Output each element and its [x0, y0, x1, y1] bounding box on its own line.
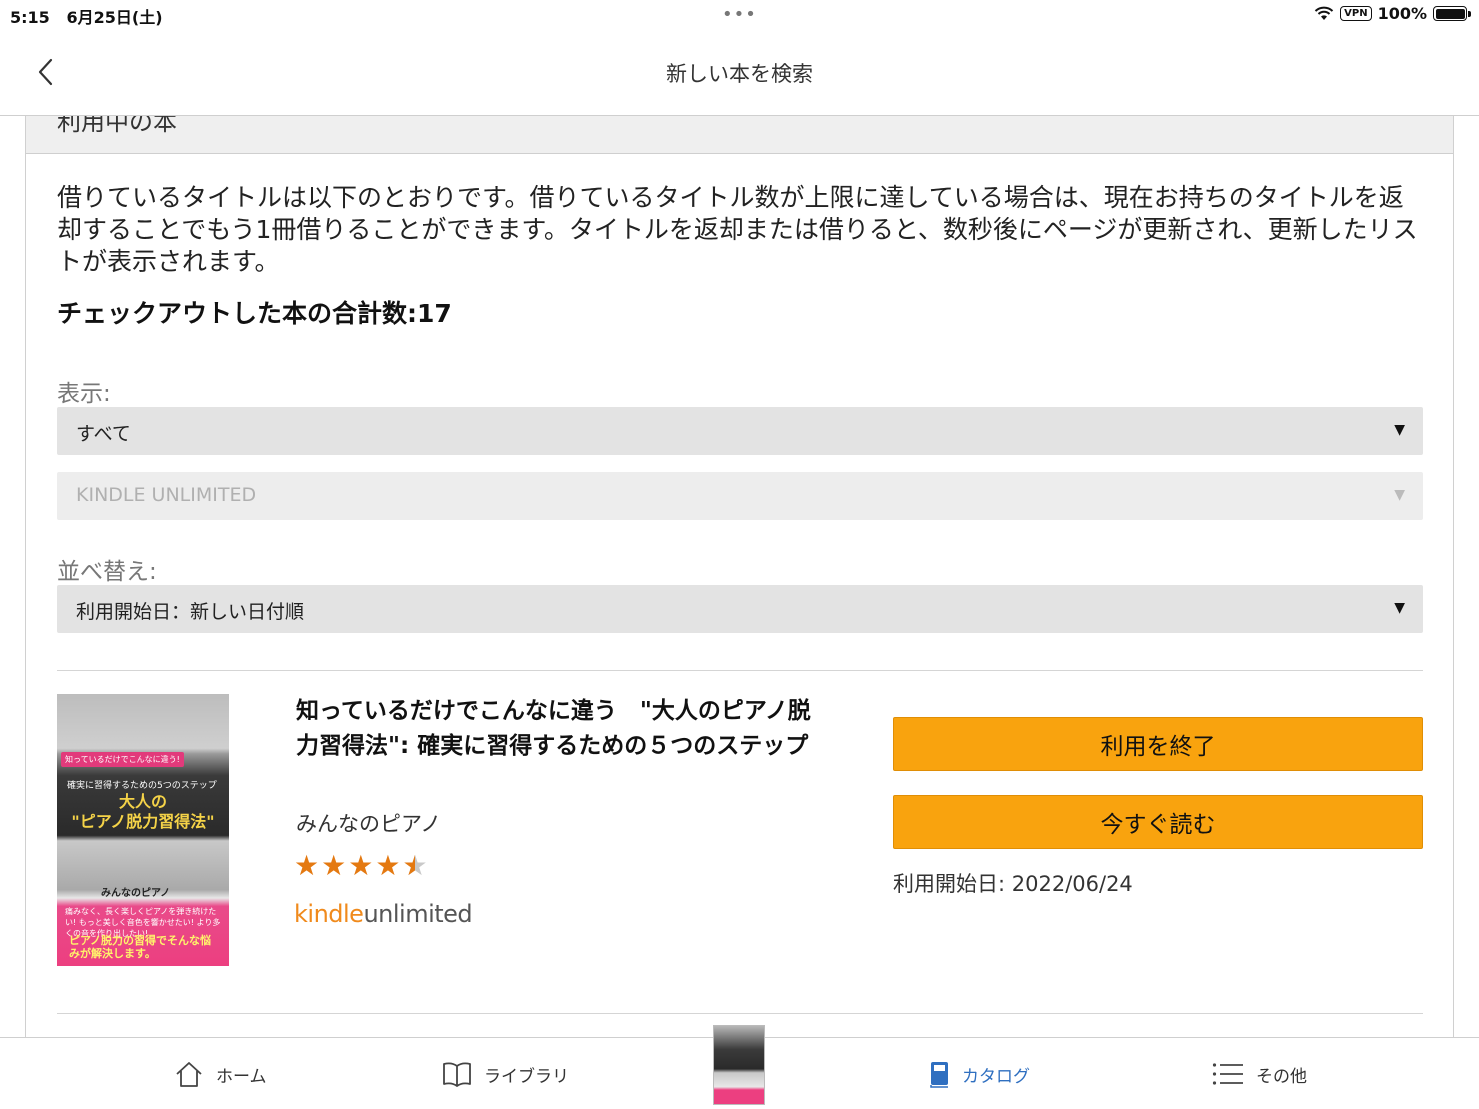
clock: 5:15 [10, 8, 50, 27]
star-icon: ★ [294, 849, 320, 882]
tab-catalog[interactable]: カタログ [928, 1038, 1030, 1109]
half-star-icon: ★ [402, 849, 427, 882]
cover-subtitle: 確実に習得するための5つのステップ [67, 781, 217, 791]
program-select: KINDLE UNLIMITED ▼ [57, 472, 1423, 520]
chevron-up-icon: ⌃ [1409, 116, 1427, 127]
tab-home[interactable]: ホーム [174, 1038, 267, 1109]
star-icon: ★ [348, 849, 374, 882]
read-now-button[interactable]: 今すぐ読む [893, 795, 1423, 849]
ku-kindle-text: kindle [294, 900, 364, 928]
vpn-badge: VPN [1340, 6, 1372, 21]
section-title: 利用中の本 [57, 116, 177, 136]
divider [57, 670, 1423, 671]
tab-more-label: その他 [1256, 1066, 1307, 1087]
book-cover[interactable]: 知っているだけでこんなに違う! 確実に習得するための5つのステップ 大人の "ピ… [57, 694, 229, 966]
cover-title-line2: "ピアノ脱力習得法" [71, 812, 215, 831]
display-select[interactable]: すべて ▼ [57, 407, 1423, 455]
date: 6月25日(土) [66, 8, 163, 27]
cover-brand: みんなのピアノ [101, 888, 171, 899]
checkout-total: チェックアウトした本の合計数:17 [57, 299, 452, 328]
tab-more[interactable]: その他 [1212, 1038, 1307, 1109]
open-book-icon [443, 1062, 471, 1087]
display-label: 表示: [57, 381, 111, 407]
cover-title-line1: 大人の [118, 792, 167, 811]
catalog-book-icon [930, 1062, 948, 1088]
status-bar: 5:15 6月25日(土) ••• VPN 100% [0, 0, 1479, 34]
home-icon [176, 1062, 202, 1087]
status-indicators: VPN 100% [1314, 4, 1471, 23]
page-title: 新しい本を検索 [666, 62, 813, 86]
description-text: 借りているタイトルは以下のとおりです。借りているタイトル数が上限に達している場合… [57, 183, 1418, 276]
book-title[interactable]: 知っているだけでこんなに違う "大人のピアノ脱力習得法": 確実に習得するための… [296, 694, 826, 764]
book-author[interactable]: みんなのピアノ [296, 808, 441, 838]
wifi-icon [1314, 6, 1334, 20]
tab-library-label: ライブラリ [484, 1066, 569, 1087]
dropdown-arrow-icon: ▼ [1394, 422, 1405, 438]
current-book-thumbnail[interactable] [713, 1025, 765, 1105]
star-rating: ★ ★ ★ ★ ★ [294, 849, 428, 882]
list-menu-icon [1212, 1063, 1243, 1085]
sort-label: 並べ替え: [57, 559, 157, 585]
star-icon: ★ [375, 849, 401, 882]
battery-percent: 100% [1377, 4, 1427, 23]
cover-title: 大人の "ピアノ脱力習得法" [57, 792, 229, 832]
sort-select-value: 利用開始日：新しい日付順 [76, 601, 305, 623]
tab-catalog-label: カタログ [962, 1066, 1030, 1087]
display-select-value: すべて [76, 423, 131, 445]
nav-bar: 新しい本を検索 [0, 34, 1479, 116]
star-icon: ★ [321, 849, 347, 882]
program-select-value: KINDLE UNLIMITED [76, 484, 257, 506]
divider [57, 1013, 1423, 1014]
cover-tag: 知っているだけでこんなに違う! [61, 752, 184, 767]
tab-home-label: ホーム [216, 1066, 267, 1087]
tab-bar: ホーム ライブラリ カタログ その他 [0, 1025, 1479, 1109]
dropdown-arrow-icon: ▼ [1394, 487, 1405, 503]
battery-icon [1433, 6, 1471, 21]
ku-unlimited-text: unlimited [363, 900, 473, 928]
dropdown-arrow-icon: ▼ [1394, 600, 1405, 616]
tab-library[interactable]: ライブラリ [442, 1038, 569, 1109]
multitasking-dots-icon[interactable]: ••• [722, 4, 757, 25]
status-time: 5:15 6月25日(土) [10, 4, 163, 28]
section-header[interactable]: 利用中の本 ⌃ [26, 116, 1453, 154]
cover-closing: ピアノ脱力の習得でそんな悩みが解決します。 [69, 934, 212, 960]
return-button[interactable]: 利用を終了 [893, 717, 1423, 771]
sort-select[interactable]: 利用開始日：新しい日付順 ▼ [57, 585, 1423, 633]
kindle-unlimited-logo: kindleunlimited [294, 900, 473, 928]
main-content: 利用中の本 ⌃ 借りているタイトルは以下のとおりです。借りているタイトル数が上限… [25, 116, 1454, 1037]
start-date: 利用開始日: 2022/06/24 [893, 872, 1133, 896]
